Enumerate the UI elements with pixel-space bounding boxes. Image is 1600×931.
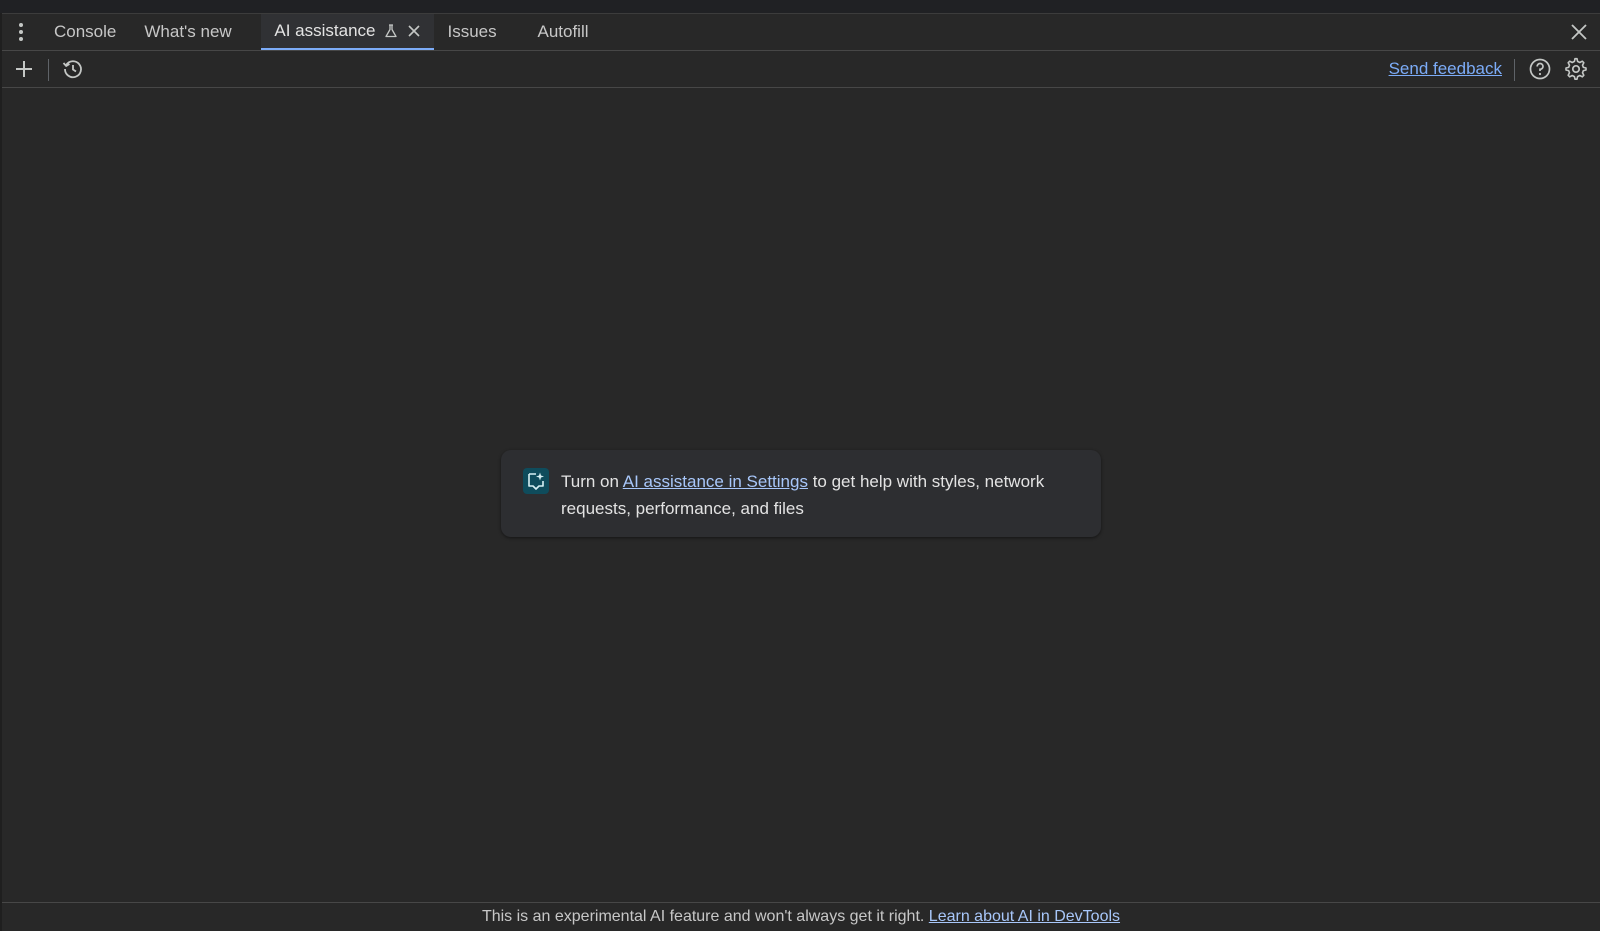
toolbar-divider <box>48 59 49 81</box>
more-tabs-menu-button[interactable] <box>2 14 40 50</box>
ai-settings-link[interactable]: AI assistance in Settings <box>623 472 808 491</box>
send-feedback-link[interactable]: Send feedback <box>1389 59 1502 79</box>
kebab-icon <box>19 22 23 43</box>
disclaimer-text: This is an experimental AI feature and w… <box>481 908 929 925</box>
notice-message: Turn on AI assistance in Settings to get… <box>561 468 1081 522</box>
close-drawer-icon[interactable] <box>1570 23 1588 41</box>
toolbar-divider <box>1514 59 1515 81</box>
tab-ai-assistance[interactable]: AI assistance <box>261 14 435 50</box>
tab-label: Console <box>54 22 117 41</box>
drawer-tab-bar: Console What's new AI assistance Issues … <box>2 14 1600 51</box>
history-icon[interactable] <box>61 57 85 81</box>
tab-whats-new[interactable]: What's new <box>131 14 261 50</box>
tab-console[interactable]: Console <box>40 14 129 50</box>
tab-label: What's new <box>144 22 232 41</box>
notice-prefix: Turn on <box>561 472 623 491</box>
help-icon[interactable] <box>1528 57 1552 81</box>
window-top-strip <box>0 0 1600 14</box>
flask-icon <box>385 24 398 38</box>
tab-label: AI assistance <box>274 21 376 40</box>
ai-assistance-panel: Turn on AI assistance in Settings to get… <box>2 88 1600 902</box>
tab-label: Issues <box>447 22 497 41</box>
gear-icon[interactable] <box>1564 57 1588 81</box>
disclaimer-footer: This is an experimental AI feature and w… <box>2 902 1600 931</box>
tab-label: Autofill <box>537 22 589 41</box>
tab-autofill[interactable]: Autofill <box>524 14 601 50</box>
enable-ai-notice: Turn on AI assistance in Settings to get… <box>501 450 1101 537</box>
close-tab-icon[interactable] <box>407 24 421 38</box>
ai-toolbar: Send feedback <box>2 51 1600 88</box>
learn-about-ai-link[interactable]: Learn about AI in DevTools <box>929 908 1120 925</box>
plus-icon[interactable] <box>12 57 36 81</box>
ai-chat-spark-icon <box>523 468 549 494</box>
tab-issues[interactable]: Issues <box>434 14 524 50</box>
